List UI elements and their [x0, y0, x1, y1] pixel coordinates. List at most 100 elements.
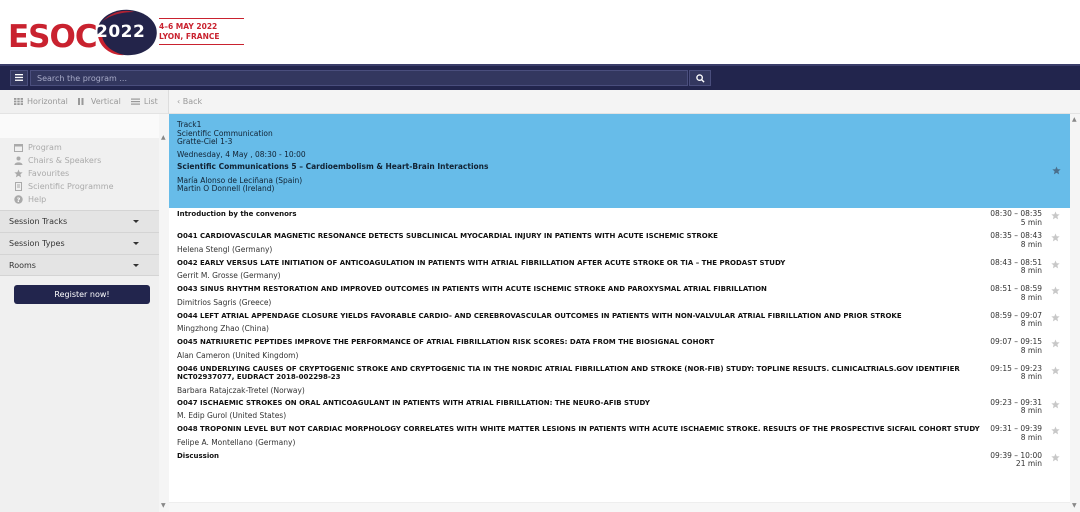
duration: 8 min	[1020, 372, 1042, 381]
search-icon	[696, 74, 705, 83]
session-header: Track1 Scientific Communication Gratte-C…	[169, 114, 1070, 208]
favourite-star-icon[interactable]	[1051, 452, 1060, 462]
sidebar-spacer	[0, 114, 159, 138]
presentation-title: O042 EARLY VERSUS LATE INITIATION OF ANT…	[177, 258, 786, 267]
presentation-time: 09:15 – 09:23 8 min	[990, 364, 1042, 382]
session-track: Track1	[177, 120, 202, 129]
sidebar-link-favourites[interactable]: Favourites	[14, 167, 168, 180]
session-title: Scientific Communications 5 – Cardioembo…	[177, 162, 489, 171]
presentation-title: O045 NATRIURETIC PEPTIDES IMPROVE THE PE…	[177, 338, 715, 346]
favourite-star-icon[interactable]	[1051, 426, 1060, 435]
search-bar	[0, 64, 1080, 90]
horizontal-scrollbar[interactable]	[169, 502, 1070, 512]
event-dates: 4–6 MAY 2022	[159, 22, 218, 31]
view-label: Vertical	[90, 97, 121, 106]
menu-button[interactable]	[10, 70, 28, 86]
sidebar-link-label: Scientific Programme	[28, 182, 114, 191]
duration: 21 min	[1015, 459, 1042, 468]
presentation-author: Barbara Ratajczak-Tretel (Norway)	[177, 385, 305, 395]
sidebar: Horizontal Vertical List ▲ ▼ Program Cha…	[0, 90, 169, 512]
star-icon	[14, 169, 23, 178]
sidebar-link-program[interactable]: Program	[14, 141, 168, 154]
search-input[interactable]	[30, 70, 688, 86]
view-list[interactable]: List	[130, 97, 158, 106]
presentation-time: 09:39 – 10:00 21 min	[990, 451, 1042, 469]
main-content: ‹ Back Track1 Scientific Communication G…	[169, 90, 1080, 512]
presentation-item[interactable]: O042 EARLY VERSUS LATE INITIATION OF ANT…	[169, 257, 1070, 284]
presentation-time: 08:51 – 08:59 8 min	[990, 284, 1042, 302]
session-datetime: Wednesday, 4 May , 08:30 - 10:00	[177, 149, 306, 159]
favourite-star-icon[interactable]	[1051, 312, 1060, 322]
presentation-item[interactable]: Introduction by the convenors 08:30 – 08…	[169, 208, 1070, 230]
favourite-star-icon[interactable]	[1051, 365, 1060, 375]
logo-text: ESOC	[8, 19, 98, 55]
sidebar-scrollbar[interactable]: ▲ ▼	[159, 114, 169, 512]
sidebar-link-scientific-programme[interactable]: Scientific Programme	[14, 180, 168, 193]
logo-year: 2022	[96, 22, 146, 42]
columns-icon	[77, 98, 84, 105]
favourite-star-icon[interactable]	[1051, 399, 1060, 409]
session-type: Scientific Communication	[177, 128, 273, 138]
view-horizontal[interactable]: Horizontal	[14, 97, 68, 106]
presentation-title: O047 ISCHAEMIC STROKES ON ORAL ANTICOAGU…	[177, 398, 650, 407]
presentation-time: 08:59 – 09:07 8 min	[990, 311, 1042, 329]
presentation-title: O048 TROPONIN LEVEL BUT NOT CARDIAC MORP…	[177, 425, 980, 433]
presentation-item[interactable]: O045 NATRIURETIC PEPTIDES IMPROVE THE PE…	[169, 336, 1070, 363]
accordion-session-types[interactable]: Session Types	[0, 232, 159, 254]
view-toggle: Horizontal Vertical List	[0, 90, 168, 114]
favourite-star-icon[interactable]	[1051, 286, 1060, 295]
view-vertical[interactable]: Vertical	[77, 97, 121, 106]
sidebar-links: Program Chairs & Speakers Favourites Sci…	[0, 138, 168, 210]
duration: 8 min	[1020, 432, 1042, 442]
scroll-up-icon[interactable]: ▲	[161, 134, 166, 141]
favourite-star-icon[interactable]	[1051, 233, 1060, 242]
esoc-logo[interactable]: ESOC 2022	[8, 6, 158, 58]
sidebar-link-chairs-speakers[interactable]: Chairs & Speakers	[14, 154, 168, 167]
presentation-time: 08:43 – 08:51 8 min	[990, 258, 1042, 276]
svg-text:?: ?	[17, 196, 21, 204]
main-scrollbar[interactable]: ▲ ▼	[1070, 114, 1080, 512]
accordion-label: Session Tracks	[9, 217, 68, 226]
accordion-session-tracks[interactable]: Session Tracks	[0, 210, 159, 232]
presentation-list: Introduction by the convenors 08:30 – 08…	[169, 208, 1070, 472]
scroll-down-icon[interactable]: ▼	[161, 502, 166, 509]
sidebar-link-help[interactable]: ? Help	[14, 193, 168, 206]
search-button[interactable]	[689, 70, 711, 86]
favourite-star-icon[interactable]	[1051, 339, 1060, 348]
site-header: ESOC 2022 4–6 MAY 2022 LYON, FRANCE	[0, 0, 1080, 64]
duration: 8 min	[1020, 292, 1042, 302]
presentation-title: Introduction by the convenors	[177, 210, 297, 218]
scroll-down-icon[interactable]: ▼	[1072, 502, 1077, 509]
accordion-label: Session Types	[9, 239, 65, 248]
scroll-up-icon[interactable]: ▲	[1072, 116, 1077, 123]
accordion-rooms[interactable]: Rooms	[0, 254, 159, 276]
view-label: Horizontal	[27, 97, 68, 106]
back-link[interactable]: ‹ Back	[177, 97, 202, 106]
favourite-star-icon[interactable]	[1052, 166, 1061, 175]
register-button[interactable]: Register now!	[14, 285, 150, 304]
sidebar-link-label: Help	[28, 195, 47, 204]
duration: 5 min	[1020, 217, 1042, 227]
hamburger-icon	[15, 74, 23, 81]
duration: 8 min	[1020, 239, 1042, 249]
caret-down-icon	[133, 263, 139, 267]
presentation-item[interactable]: O048 TROPONIN LEVEL BUT NOT CARDIAC MORP…	[169, 423, 1070, 450]
favourite-star-icon[interactable]	[1051, 259, 1060, 269]
duration: 8 min	[1020, 406, 1042, 415]
presentation-title: O046 UNDERLYING CAUSES OF CRYPTOGENIC ST…	[177, 364, 960, 382]
presentation-time: 09:07 – 09:15 8 min	[990, 337, 1042, 355]
help-icon: ?	[14, 195, 23, 204]
calendar-icon	[14, 144, 23, 152]
sidebar-link-label: Program	[28, 143, 62, 152]
presentation-title: O044 LEFT ATRIAL APPENDAGE CLOSURE YIELD…	[177, 311, 902, 320]
presentation-item[interactable]: O043 SINUS RHYTHM RESTORATION AND IMPROV…	[169, 283, 1070, 310]
presentation-item[interactable]: O047 ISCHAEMIC STROKES ON ORAL ANTICOAGU…	[169, 397, 1070, 424]
presentation-title: O043 SINUS RHYTHM RESTORATION AND IMPROV…	[177, 285, 767, 293]
presentation-item[interactable]: O041 CARDIOVASCULAR MAGNETIC RESONANCE D…	[169, 230, 1070, 257]
duration: 8 min	[1020, 319, 1042, 328]
presentation-item[interactable]: Discussion 09:39 – 10:00 21 min	[169, 450, 1070, 472]
back-label: Back	[182, 97, 203, 106]
favourite-star-icon[interactable]	[1051, 211, 1060, 220]
presentation-item[interactable]: O046 UNDERLYING CAUSES OF CRYPTOGENIC ST…	[169, 363, 1070, 397]
presentation-item[interactable]: O044 LEFT ATRIAL APPENDAGE CLOSURE YIELD…	[169, 310, 1070, 337]
